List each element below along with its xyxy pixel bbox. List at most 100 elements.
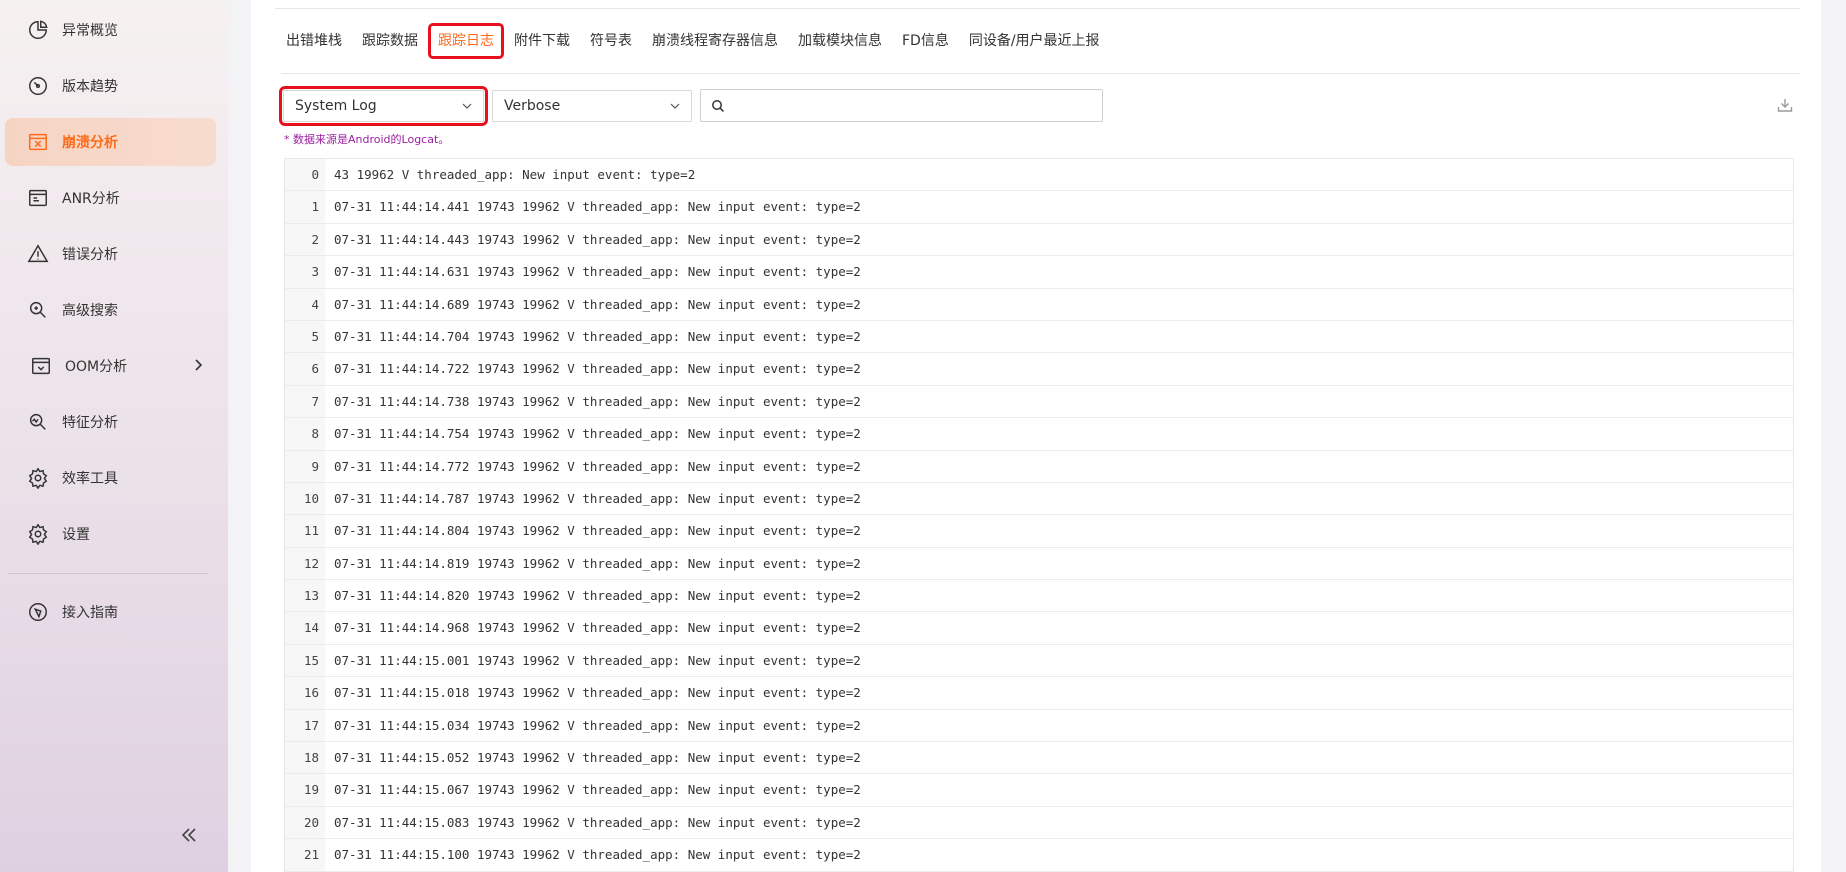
log-line-text: 07-31 11:44:14.787 19743 19962 V threade…: [334, 490, 861, 506]
log-line-text: 07-31 11:44:14.443 19743 19962 V threade…: [334, 231, 861, 247]
log-row: 17 07-31 11:44:15.034 19743 19962 V threa…: [285, 709, 1793, 743]
tab-symbol-table[interactable]: 符号表: [580, 26, 642, 56]
log-line-text: 07-31 11:44:15.018 19743 19962 V threade…: [334, 685, 861, 701]
log-row: 21 07-31 11:44:15.100 19743 19962 V threa…: [285, 839, 1793, 872]
log-line-text: 07-31 11:44:15.052 19743 19962 V threade…: [334, 750, 861, 766]
sidebar-item-oom[interactable]: OOM分析: [5, 342, 216, 390]
gear-icon: [26, 466, 50, 490]
log-row: 15 07-31 11:44:15.001 19743 19962 V threa…: [285, 644, 1793, 678]
sidebar-item-version-trend[interactable]: 版本趋势: [5, 62, 216, 110]
log-row: 16 07-31 11:44:15.018 19743 19962 V threa…: [285, 677, 1793, 710]
log-row: 14 07-31 11:44:14.968 19743 19962 V threa…: [285, 612, 1793, 645]
log-line-number: 9: [285, 450, 325, 482]
tab-error-stack[interactable]: 出错堆栈: [276, 26, 352, 56]
log-row: 18 07-31 11:44:15.052 19743 19962 V threa…: [285, 742, 1793, 775]
log-line-number: 5: [285, 320, 325, 353]
log-row: 4 07-31 11:44:14.689 19743 19962 V thread…: [285, 288, 1793, 321]
log-line-number: 20: [285, 806, 325, 839]
warning-triangle-icon: [26, 242, 50, 266]
sidebar-divider: [8, 573, 208, 574]
sidebar-item-label: 版本趋势: [62, 79, 118, 95]
browser-window-icon: [26, 186, 50, 210]
sidebar-item-label: 特征分析: [62, 415, 118, 431]
sidebar-item-label: ANR分析: [62, 191, 120, 207]
log-row: 7 07-31 11:44:14.738 19743 19962 V thread…: [285, 385, 1793, 419]
tab-attachment-download[interactable]: 附件下载: [504, 26, 580, 56]
pie-chart-icon: [26, 18, 50, 42]
sidebar-item-integration-guide[interactable]: 接入指南: [5, 588, 216, 636]
sidebar-item-overview[interactable]: 异常概览: [5, 6, 216, 54]
sidebar-item-anr[interactable]: ANR分析: [5, 174, 216, 222]
sidebar-item-label: 效率工具: [62, 471, 118, 487]
sidebar: 异常概览 版本趋势 崩溃分析 ANR分析 错误分析 高级搜索 OOM分析 特征分…: [0, 0, 228, 872]
top-divider: [275, 8, 1800, 9]
log-row: 0 43 19962 V threaded_app: New input even…: [285, 159, 1793, 192]
log-level-select[interactable]: Verbose: [492, 90, 692, 122]
crash-window-icon: [26, 130, 50, 154]
search-icon: [712, 99, 725, 112]
log-row: 9 07-31 11:44:14.772 19743 19962 V thread…: [285, 450, 1793, 483]
log-line-number: 8: [285, 418, 325, 450]
log-line-text: 07-31 11:44:14.772 19743 19962 V threade…: [334, 458, 861, 474]
sidebar-item-settings[interactable]: 设置: [5, 510, 216, 558]
log-line-number: 18: [285, 742, 325, 774]
log-line-text: 07-31 11:44:14.754 19743 19962 V threade…: [334, 426, 861, 442]
tab-trace-data[interactable]: 跟踪数据: [352, 26, 428, 56]
log-line-number: 2: [285, 223, 325, 256]
chevron-down-icon: [670, 103, 680, 109]
log-line-text: 07-31 11:44:14.689 19743 19962 V threade…: [334, 296, 861, 312]
log-line-text: 07-31 11:44:15.034 19743 19962 V threade…: [334, 717, 861, 733]
log-line-text: 07-31 11:44:14.704 19743 19962 V threade…: [334, 328, 861, 344]
log-line-number: 21: [285, 839, 325, 871]
log-level-value: Verbose: [504, 98, 561, 114]
log-line-number: 6: [285, 353, 325, 385]
log-row: 13 07-31 11:44:14.820 19743 19962 V threa…: [285, 580, 1793, 613]
log-search-box[interactable]: [700, 89, 1103, 122]
search-input[interactable]: [731, 90, 1095, 121]
sidebar-item-label: 接入指南: [62, 605, 118, 621]
download-icon[interactable]: [1776, 96, 1794, 114]
tab-fd-info[interactable]: FD信息: [892, 26, 959, 56]
tab-bar: 出错堆栈 跟踪数据 跟踪日志 附件下载 符号表 崩溃线程寄存器信息 加载模块信息…: [276, 23, 1110, 59]
chevron-down-icon: [462, 103, 472, 109]
chevron-right-icon: [195, 359, 203, 371]
memory-window-icon: [29, 354, 53, 378]
log-line-text: 43 19962 V threaded_app: New input event…: [334, 167, 696, 182]
sidebar-item-advanced-search[interactable]: 高级搜索: [5, 286, 216, 334]
log-type-select[interactable]: System Log: [279, 86, 488, 126]
compass-icon: [26, 600, 50, 624]
tab-loaded-modules[interactable]: 加载模块信息: [788, 26, 892, 56]
sidebar-item-feature-analysis[interactable]: 特征分析: [5, 398, 216, 446]
data-source-note: * 数据来源是Android的Logcat。: [284, 133, 450, 146]
log-viewer[interactable]: 0 43 19962 V threaded_app: New input even…: [284, 158, 1794, 872]
tab-trace-log[interactable]: 跟踪日志: [428, 23, 504, 59]
tabs-divider: [281, 73, 1800, 74]
collapse-sidebar-icon[interactable]: [178, 824, 200, 846]
log-row: 12 07-31 11:44:14.819 19743 19962 V threa…: [285, 547, 1793, 581]
log-line-number: 12: [285, 547, 325, 580]
log-line-number: 1: [285, 191, 325, 223]
sidebar-item-efficiency-tools[interactable]: 效率工具: [5, 454, 216, 502]
sidebar-item-crash-analysis[interactable]: 崩溃分析: [5, 118, 216, 166]
sidebar-item-label: 崩溃分析: [62, 135, 118, 151]
log-line-text: 07-31 11:44:15.067 19743 19962 V threade…: [334, 782, 861, 798]
tab-crash-thread-registers[interactable]: 崩溃线程寄存器信息: [642, 26, 788, 56]
tab-recent-reports[interactable]: 同设备/用户最近上报: [959, 26, 1110, 56]
log-line-number: 7: [285, 385, 325, 418]
settings-gear-icon: [26, 522, 50, 546]
log-line-text: 07-31 11:44:14.820 19743 19962 V threade…: [334, 588, 861, 604]
log-line-number: 17: [285, 709, 325, 742]
log-line-text: 07-31 11:44:15.001 19743 19962 V threade…: [334, 652, 861, 668]
log-row: 3 07-31 11:44:14.631 19743 19962 V thread…: [285, 256, 1793, 289]
log-line-text: 07-31 11:44:14.738 19743 19962 V threade…: [334, 393, 861, 409]
log-row: 2 07-31 11:44:14.443 19743 19962 V thread…: [285, 223, 1793, 257]
sidebar-item-error-analysis[interactable]: 错误分析: [5, 230, 216, 278]
sidebar-item-label: OOM分析: [65, 359, 128, 375]
log-line-number: 16: [285, 677, 325, 709]
log-row: 19 07-31 11:44:15.067 19743 19962 V threa…: [285, 774, 1793, 807]
log-line-number: 3: [285, 256, 325, 288]
log-line-number: 15: [285, 644, 325, 677]
advanced-search-icon: [26, 298, 50, 322]
log-line-number: 10: [285, 482, 325, 515]
log-row: 10 07-31 11:44:14.787 19743 19962 V threa…: [285, 482, 1793, 516]
